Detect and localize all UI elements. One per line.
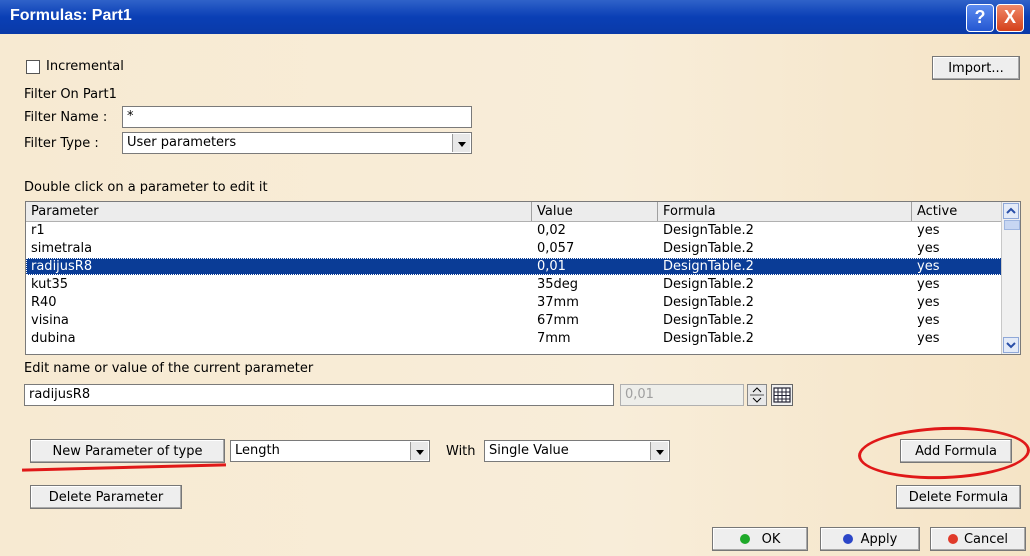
cell-active: yes — [917, 241, 940, 256]
cell-formula: DesignTable.2 — [663, 313, 754, 328]
cell-parameter: dubina — [31, 331, 76, 346]
cell-formula: DesignTable.2 — [663, 331, 754, 346]
filter-name-input[interactable]: * — [122, 106, 472, 128]
window-title: Formulas: Part1 — [10, 7, 132, 24]
parameter-type-value: Length — [235, 443, 280, 458]
table-row[interactable]: R40 37mm DesignTable.2 yes — [26, 294, 1002, 311]
edit-value-input[interactable]: 0,01 — [620, 384, 744, 406]
cell-parameter: visina — [31, 313, 69, 328]
filter-type-select[interactable]: User parameters — [122, 132, 472, 154]
close-icon: X — [1003, 7, 1016, 27]
value-kind-select[interactable]: Single Value — [484, 440, 670, 462]
help-button[interactable]: ? — [966, 4, 994, 32]
column-header-active[interactable]: Active — [912, 202, 1002, 221]
filter-on-label: Filter On Part1 — [24, 87, 117, 102]
cell-value: 35deg — [537, 277, 579, 292]
annotation-circle — [857, 424, 1030, 482]
cell-formula: DesignTable.2 — [663, 259, 754, 274]
annotation-underline — [21, 463, 227, 472]
apply-icon — [842, 534, 853, 544]
title-bar: Formulas: Part1 ? X — [0, 0, 1030, 34]
filter-type-value: User parameters — [127, 135, 237, 150]
cancel-button[interactable]: Cancel — [930, 527, 1026, 551]
cancel-icon — [947, 534, 958, 544]
parameter-type-select[interactable]: Length — [230, 440, 430, 462]
edit-label: Edit name or value of the current parame… — [24, 361, 314, 376]
parameters-table[interactable]: Parameter Value Formula Active r1 0,02 Des… — [25, 201, 1021, 355]
column-header-value[interactable]: Value — [532, 202, 658, 221]
cell-parameter: R40 — [31, 295, 57, 310]
scroll-thumb[interactable] — [1004, 220, 1020, 230]
cell-active: yes — [917, 313, 940, 328]
chevron-down-icon[interactable] — [650, 442, 668, 460]
table-row[interactable]: r1 0,02 DesignTable.2 yes — [26, 222, 1002, 239]
column-header-formula[interactable]: Formula — [658, 202, 912, 221]
cell-formula: DesignTable.2 — [663, 295, 754, 310]
help-icon: ? — [974, 7, 986, 27]
cell-parameter: simetrala — [31, 241, 93, 256]
cell-value: 0,057 — [537, 241, 575, 256]
cell-formula: DesignTable.2 — [663, 277, 754, 292]
cell-value: 0,01 — [537, 259, 566, 274]
cancel-label: Cancel — [963, 532, 1009, 547]
cell-active: yes — [917, 295, 940, 310]
table-header: Parameter Value Formula Active — [26, 202, 1002, 222]
formulas-dialog: Incremental Import... Filter On Part1 Fi… — [0, 34, 1030, 556]
new-parameter-button[interactable]: New Parameter of type — [30, 439, 225, 463]
apply-button[interactable]: Apply — [820, 527, 920, 551]
scroll-up-button[interactable] — [1003, 203, 1019, 219]
filter-name-label: Filter Name : — [24, 110, 108, 125]
scroll-down-button[interactable] — [1003, 337, 1019, 353]
table-hint: Double click on a parameter to edit it — [24, 180, 268, 195]
ok-icon — [739, 534, 750, 544]
apply-label: Apply — [860, 532, 898, 547]
value-spinner[interactable] — [747, 384, 767, 406]
table-row[interactable]: radijusR8 0,01 DesignTable.2 yes — [26, 258, 1002, 275]
formula-editor-button[interactable] — [771, 384, 793, 406]
cell-parameter: radijusR8 — [31, 259, 93, 274]
filter-type-label: Filter Type : — [24, 136, 99, 151]
delete-formula-button[interactable]: Delete Formula — [896, 485, 1021, 509]
ok-button[interactable]: OK — [712, 527, 808, 551]
cell-parameter: kut35 — [31, 277, 69, 292]
cell-value: 7mm — [537, 331, 571, 346]
cell-value: 67mm — [537, 313, 579, 328]
table-row[interactable]: kut35 35deg DesignTable.2 yes — [26, 276, 1002, 293]
incremental-checkbox[interactable] — [26, 60, 40, 74]
table-icon — [773, 387, 791, 403]
cell-value: 0,02 — [537, 223, 566, 238]
table-scrollbar[interactable] — [1001, 202, 1020, 354]
table-row[interactable]: simetrala 0,057 DesignTable.2 yes — [26, 240, 1002, 257]
cell-value: 37mm — [537, 295, 579, 310]
chevron-down-icon[interactable] — [452, 134, 470, 152]
chevron-up-icon — [1006, 207, 1016, 214]
value-kind-value: Single Value — [489, 443, 569, 458]
table-row[interactable]: visina 67mm DesignTable.2 yes — [26, 312, 1002, 329]
incremental-label: Incremental — [46, 59, 124, 74]
column-header-parameter[interactable]: Parameter — [26, 202, 532, 221]
import-button[interactable]: Import... — [932, 56, 1020, 80]
chevron-down-icon — [1006, 342, 1016, 349]
cell-active: yes — [917, 259, 940, 274]
chevron-down-icon[interactable] — [410, 442, 428, 460]
delete-parameter-button[interactable]: Delete Parameter — [30, 485, 182, 509]
table-row[interactable]: dubina 7mm DesignTable.2 yes — [26, 330, 1002, 347]
edit-name-input[interactable]: radijusR8 — [24, 384, 614, 406]
cell-parameter: r1 — [31, 223, 45, 238]
spinner-arrows-icon — [750, 387, 764, 403]
cell-active: yes — [917, 223, 940, 238]
with-label: With — [446, 444, 476, 459]
cell-active: yes — [917, 331, 940, 346]
cell-formula: DesignTable.2 — [663, 241, 754, 256]
close-button[interactable]: X — [996, 4, 1024, 32]
ok-label: OK — [761, 532, 781, 547]
cell-formula: DesignTable.2 — [663, 223, 754, 238]
cell-active: yes — [917, 277, 940, 292]
